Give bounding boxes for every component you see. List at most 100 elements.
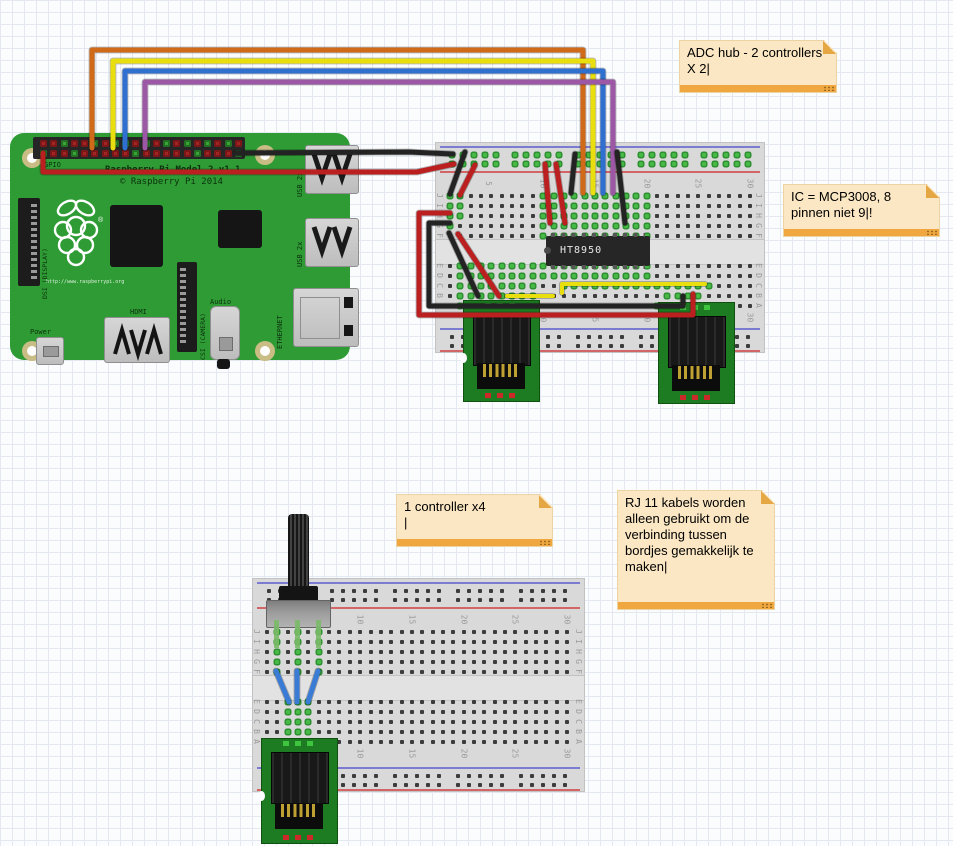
breadboard-hole[interactable] — [748, 234, 752, 238]
breadboard-hole[interactable] — [541, 234, 545, 238]
breadboard-hole[interactable] — [702, 153, 706, 157]
breadboard-hole[interactable] — [431, 720, 435, 724]
breadboard-hole[interactable] — [563, 589, 567, 593]
breadboard-hole[interactable] — [420, 640, 424, 644]
breadboard-hole[interactable] — [552, 783, 556, 787]
gpio-pin[interactable] — [194, 150, 201, 157]
breadboard-hole[interactable] — [306, 730, 310, 734]
breadboard-hole[interactable] — [493, 630, 497, 634]
breadboard-hole[interactable] — [520, 214, 524, 218]
breadboard-hole[interactable] — [462, 700, 466, 704]
breadboard-hole[interactable] — [348, 650, 352, 654]
breadboard-hole[interactable] — [696, 264, 700, 268]
breadboard-hole[interactable] — [389, 650, 393, 654]
breadboard-hole[interactable] — [513, 660, 517, 664]
breadboard-hole[interactable] — [665, 234, 669, 238]
breadboard-hole[interactable] — [482, 720, 486, 724]
breadboard-hole[interactable] — [374, 589, 378, 593]
breadboard-hole[interactable] — [748, 224, 752, 228]
breadboard-hole[interactable] — [707, 284, 711, 288]
gpio-pin[interactable] — [40, 140, 47, 147]
breadboard-hole[interactable] — [724, 162, 728, 166]
breadboard-hole[interactable] — [358, 670, 362, 674]
breadboard-hole[interactable] — [420, 710, 424, 714]
breadboard-hole[interactable] — [510, 274, 514, 278]
breadboard-hole[interactable] — [713, 162, 717, 166]
breadboard-hole[interactable] — [727, 294, 731, 298]
breadboard-hole[interactable] — [583, 294, 587, 298]
breadboard-hole[interactable] — [524, 640, 528, 644]
breadboard-hole[interactable] — [448, 284, 452, 288]
breadboard-hole[interactable] — [552, 774, 556, 778]
breadboard-hole[interactable] — [358, 630, 362, 634]
breadboard-hole[interactable] — [450, 344, 454, 348]
breadboard-hole[interactable] — [746, 153, 750, 157]
breadboard-hole[interactable] — [748, 284, 752, 288]
breadboard-hole[interactable] — [400, 670, 404, 674]
breadboard-hole[interactable] — [672, 153, 676, 157]
breadboard-hole[interactable] — [686, 294, 690, 298]
breadboard-hole[interactable] — [748, 204, 752, 208]
breadboard-hole[interactable] — [296, 730, 300, 734]
breadboard-hole[interactable] — [337, 660, 341, 664]
breadboard-hole[interactable] — [555, 630, 559, 634]
note-title-bar[interactable] — [784, 229, 939, 236]
gpio-pin[interactable] — [81, 140, 88, 147]
breadboard-hole[interactable] — [565, 710, 569, 714]
breadboard-hole[interactable] — [738, 234, 742, 238]
breadboard-hole[interactable] — [458, 284, 462, 288]
breadboard-hole[interactable] — [348, 710, 352, 714]
breadboard-hole[interactable] — [337, 740, 341, 744]
breadboard-hole[interactable] — [426, 774, 430, 778]
breadboard-hole[interactable] — [286, 730, 290, 734]
breadboard-hole[interactable] — [479, 204, 483, 208]
breadboard-hole[interactable] — [520, 284, 524, 288]
breadboard-hole[interactable] — [467, 598, 471, 602]
breadboard-hole[interactable] — [369, 650, 373, 654]
gpio-pin[interactable] — [122, 150, 129, 157]
breadboard-hole[interactable] — [275, 660, 279, 664]
breadboard-hole[interactable] — [472, 730, 476, 734]
breadboard-hole[interactable] — [513, 162, 517, 166]
breadboard-hole[interactable] — [379, 710, 383, 714]
breadboard-hole[interactable] — [534, 660, 538, 664]
gpio-pin[interactable] — [204, 150, 211, 157]
breadboard-hole[interactable] — [317, 660, 321, 664]
breadboard-hole[interactable] — [748, 194, 752, 198]
breadboard-hole[interactable] — [735, 153, 739, 157]
breadboard-hole[interactable] — [456, 783, 460, 787]
sticky-note-one-controller[interactable]: 1 controller x4 | — [396, 494, 553, 547]
breadboard-hole[interactable] — [534, 640, 538, 644]
breadboard-hole[interactable] — [348, 730, 352, 734]
breadboard-hole[interactable] — [458, 294, 462, 298]
breadboard-hole[interactable] — [655, 194, 659, 198]
breadboard-hole[interactable] — [544, 650, 548, 654]
breadboard-hole[interactable] — [478, 774, 482, 778]
breadboard-hole[interactable] — [686, 214, 690, 218]
breadboard-hole[interactable] — [451, 730, 455, 734]
breadboard-hole[interactable] — [400, 640, 404, 644]
breadboard-hole[interactable] — [645, 194, 649, 198]
breadboard-hole[interactable] — [400, 700, 404, 704]
breadboard-hole[interactable] — [431, 650, 435, 654]
breadboard-hole[interactable] — [369, 630, 373, 634]
breadboard-hole[interactable] — [541, 284, 545, 288]
gpio-pin[interactable] — [153, 140, 160, 147]
breadboard-hole[interactable] — [374, 774, 378, 778]
breadboard-hole[interactable] — [717, 294, 721, 298]
breadboard-hole[interactable] — [500, 774, 504, 778]
breadboard-hole[interactable] — [317, 650, 321, 654]
note-title-bar[interactable] — [618, 602, 774, 609]
breadboard-hole[interactable] — [713, 153, 717, 157]
breadboard-hole[interactable] — [469, 214, 473, 218]
breadboard-hole[interactable] — [482, 650, 486, 654]
ic-mcp3008[interactable]: HT8950 — [546, 236, 650, 266]
breadboard-hole[interactable] — [393, 589, 397, 593]
breadboard-hole[interactable] — [696, 294, 700, 298]
breadboard-hole[interactable] — [458, 204, 462, 208]
breadboard-hole[interactable] — [489, 774, 493, 778]
breadboard-hole[interactable] — [535, 162, 539, 166]
wire-black-pi-to-bb[interactable] — [236, 152, 453, 154]
breadboard-hole[interactable] — [524, 162, 528, 166]
breadboard-hole[interactable] — [348, 630, 352, 634]
